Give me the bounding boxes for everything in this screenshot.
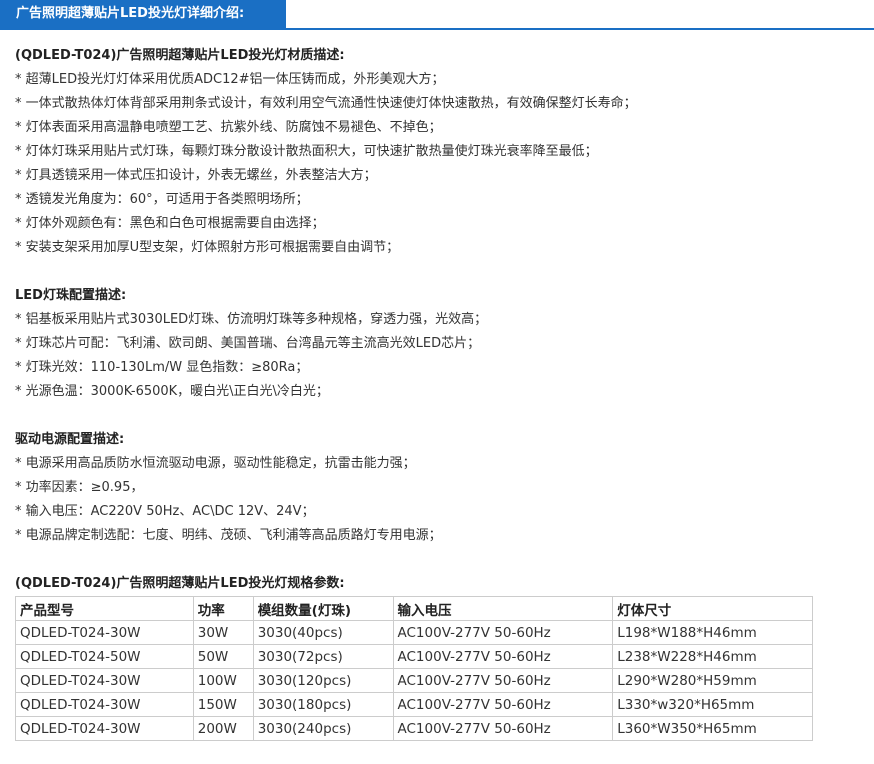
section-driver: 驱动电源配置描述: * 电源采用高品质防水恒流驱动电源，驱动性能稳定，抗雷击能力… [15, 428, 865, 548]
table-title: (QDLED-T024)广告照明超薄贴片LED投光灯规格参数: [15, 576, 345, 591]
cell-power: 30W [192, 620, 254, 645]
section-title: (QDLED-T024)广告照明超薄贴片LED投光灯材质描述: [15, 48, 345, 63]
spec-line: * 灯体外观颜色有：黑色和白色可根据需要自由选择； [15, 216, 325, 231]
cell-size: L290*W280*H59mm [612, 668, 813, 693]
cell-power: 100W [192, 668, 254, 693]
section-led: LED灯珠配置描述: * 铝基板采用贴片式3030LED灯珠、仿流明灯珠等多种规… [15, 284, 865, 404]
spec-line: * 灯具透镜采用一体式压扣设计，外表无螺丝，外表整洁大方； [15, 168, 377, 183]
section-spec-table: (QDLED-T024)广告照明超薄贴片LED投光灯规格参数: 产品型号 功率 … [15, 572, 865, 741]
spec-line: * 铝基板采用贴片式3030LED灯珠、仿流明灯珠等多种规格，穿透力强，光效高； [15, 312, 488, 327]
spec-line: * 光源色温：3000K-6500K，暖白光\正白光\冷白光； [15, 384, 329, 399]
header-power: 功率 [192, 596, 254, 621]
cell-modules: 3030(120pcs) [252, 668, 394, 693]
cell-power: 50W [192, 644, 254, 669]
table-row: QDLED-T024-50W 50W 3030(72pcs) AC100V-27… [15, 644, 813, 669]
cell-power: 200W [192, 716, 254, 741]
cell-voltage: AC100V-277V 50-60Hz [392, 716, 614, 741]
spec-table: 产品型号 功率 模组数量(灯珠) 输入电压 灯体尺寸 QDLED-T024-30… [15, 596, 813, 741]
content: (QDLED-T024)广告照明超薄贴片LED投光灯材质描述: * 超薄LED投… [15, 44, 865, 741]
cell-size: L330*w320*H65mm [612, 692, 813, 717]
cell-voltage: AC100V-277V 50-60Hz [392, 692, 614, 717]
cell-voltage: AC100V-277V 50-60Hz [392, 668, 614, 693]
spec-line: * 输入电压：AC220V 50Hz、AC\DC 12V、24V； [15, 504, 315, 519]
spec-line: * 透镜发光角度为：60°，可适用于各类照明场所； [15, 192, 309, 207]
section-title: LED灯珠配置描述: [15, 288, 127, 303]
spec-line: * 灯珠芯片可配：飞利浦、欧司朗、美国普瑞、台湾晶元等主流高光效LED芯片； [15, 336, 481, 351]
cell-size: L238*W228*H46mm [612, 644, 813, 669]
spec-line: * 安装支架采用加厚U型支架，灯体照射方形可根据需要自由调节； [15, 240, 400, 255]
header-size: 灯体尺寸 [612, 596, 813, 621]
spec-line: * 一体式散热体灯体背部采用荆条式设计，有效利用空气流通性快速使灯体快速散热，有… [15, 96, 637, 111]
cell-size: L360*W350*H65mm [612, 716, 813, 741]
cell-modules: 3030(180pcs) [252, 692, 394, 717]
table-row: QDLED-T024-30W 100W 3030(120pcs) AC100V-… [15, 668, 813, 693]
cell-model: QDLED-T024-30W [15, 716, 194, 741]
table-row: QDLED-T024-30W 150W 3030(180pcs) AC100V-… [15, 692, 813, 717]
cell-model: QDLED-T024-30W [15, 668, 194, 693]
spec-line: * 电源采用高品质防水恒流驱动电源，驱动性能稳定，抗雷击能力强； [15, 456, 416, 471]
spec-line: * 超薄LED投光灯灯体采用优质ADC12#铝一体压铸而成，外形美观大方； [15, 72, 445, 87]
header-modules: 模组数量(灯珠) [252, 596, 394, 621]
section-title: 驱动电源配置描述: [15, 432, 125, 447]
cell-voltage: AC100V-277V 50-60Hz [392, 644, 614, 669]
cell-model: QDLED-T024-30W [15, 692, 194, 717]
spec-line: * 灯体表面采用高温静电喷塑工艺、抗紫外线、防腐蚀不易褪色、不掉色； [15, 120, 442, 135]
cell-model: QDLED-T024-30W [15, 620, 194, 645]
spec-line: * 电源品牌定制选配：七度、明纬、茂硕、飞利浦等高品质路灯专用电源； [15, 528, 442, 543]
cell-voltage: AC100V-277V 50-60Hz [392, 620, 614, 645]
spec-line: * 灯珠光效：110-130Lm/W 显色指数：≥80Ra； [15, 360, 309, 375]
section-material: (QDLED-T024)广告照明超薄贴片LED投光灯材质描述: * 超薄LED投… [15, 44, 865, 260]
cell-model: QDLED-T024-50W [15, 644, 194, 669]
cell-modules: 3030(240pcs) [252, 716, 394, 741]
cell-modules: 3030(40pcs) [252, 620, 394, 645]
cell-modules: 3030(72pcs) [252, 644, 394, 669]
table-row: QDLED-T024-30W 30W 3030(40pcs) AC100V-27… [15, 620, 813, 645]
cell-size: L198*W188*H46mm [612, 620, 813, 645]
cell-power: 150W [192, 692, 254, 717]
spec-line: * 功率因素：≥0.95， [15, 480, 144, 495]
table-header-row: 产品型号 功率 模组数量(灯珠) 输入电压 灯体尺寸 [15, 596, 813, 621]
header-model: 产品型号 [15, 596, 194, 621]
table-row: QDLED-T024-30W 200W 3030(240pcs) AC100V-… [15, 716, 813, 741]
header-bar: 广告照明超薄贴片LED投光灯详细介绍: [0, 0, 874, 30]
spec-line: * 灯体灯珠采用贴片式灯珠，每颗灯珠分散设计散热面积大，可快速扩散热量使灯珠光衰… [15, 144, 598, 159]
header-tab: 广告照明超薄贴片LED投光灯详细介绍: [0, 0, 286, 30]
header-voltage: 输入电压 [392, 596, 614, 621]
